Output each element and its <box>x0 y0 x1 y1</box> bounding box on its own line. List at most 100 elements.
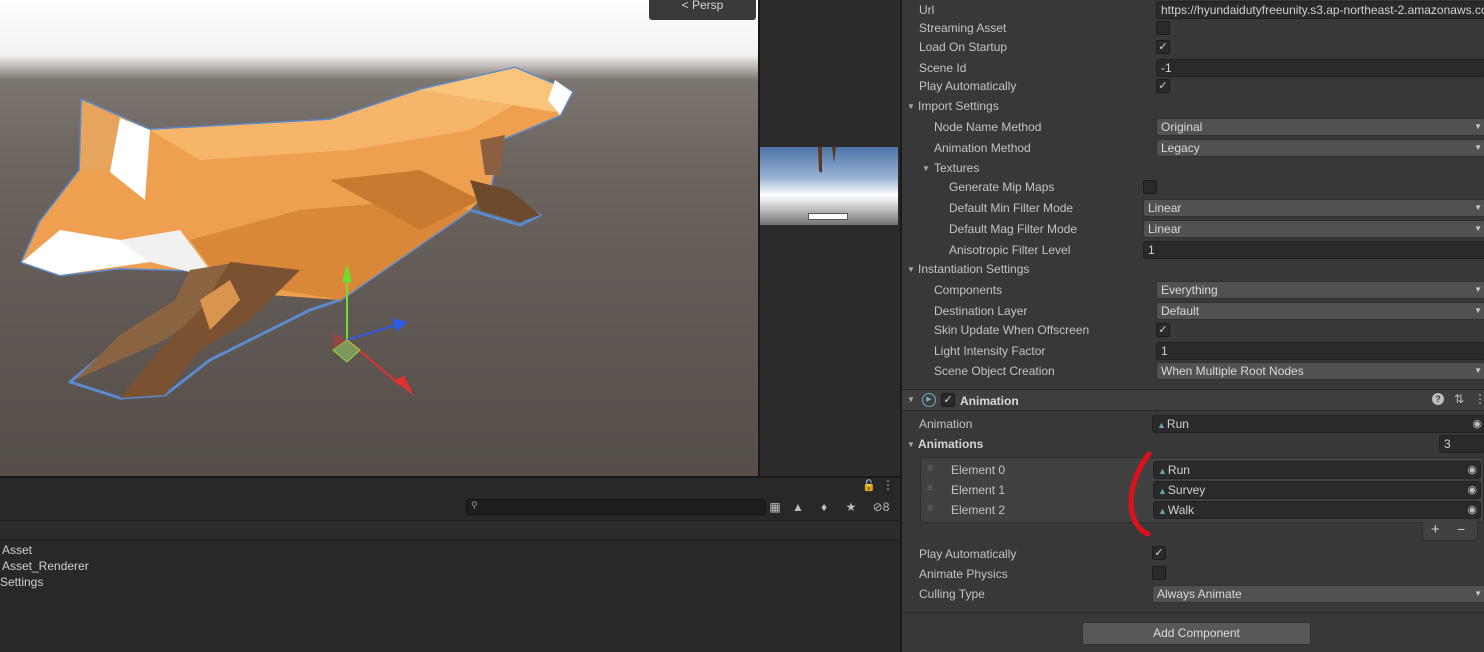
animations-foldout[interactable]: Animations <box>918 437 983 451</box>
hierarchy-panel: 🔓 ⋮ ⚲ ▦ ▲ ♦ ★ ⊘8 Asset Asset_Renderer Se… <box>0 476 900 652</box>
animations-size-field[interactable]: 3 <box>1439 435 1484 453</box>
component-foldout-icon[interactable]: ▼ <box>907 395 915 404</box>
chevron-down-icon: ▼ <box>1474 203 1482 212</box>
drag-handle-icon[interactable]: ≡ <box>927 483 933 494</box>
chevron-down-icon: ▼ <box>1474 285 1482 294</box>
object-picker-icon[interactable]: ◉ <box>1467 502 1477 518</box>
mag-filter-mode-dropdown[interactable]: Linear ▼ <box>1143 220 1484 238</box>
url-label: Url <box>919 3 935 17</box>
panel-tab-bar: 🔓 ⋮ <box>0 478 900 496</box>
play-auto-anim-checkbox[interactable]: ✓ <box>1152 546 1166 560</box>
animation-method-value: Legacy <box>1161 141 1200 155</box>
lock-icon[interactable]: 🔓 <box>862 479 876 492</box>
animation-enabled-checkbox[interactable]: ✓ <box>941 393 955 407</box>
hierarchy-item[interactable]: Asset_Renderer <box>2 559 89 573</box>
add-element-button[interactable]: + <box>1431 521 1440 538</box>
drag-handle-icon[interactable]: ≡ <box>927 503 933 514</box>
animate-physics-checkbox[interactable] <box>1152 566 1166 580</box>
chevron-down-icon: ▼ <box>1474 306 1482 315</box>
search-input[interactable]: ⚲ <box>466 499 766 515</box>
min-filter-mode-label: Default Min Filter Mode <box>949 201 1074 215</box>
add-component-button[interactable]: Add Component <box>1082 622 1311 645</box>
instantiation-settings-foldout[interactable]: Instantiation Settings <box>918 262 1029 276</box>
url-field[interactable]: https://hyundaidutyfreeunity.s3.ap-north… <box>1156 1 1484 19</box>
game-preview-panel <box>760 0 900 476</box>
instantiation-settings-foldout-icon[interactable]: ▼ <box>907 265 915 274</box>
scene-object-creation-dropdown[interactable]: When Multiple Root Nodes ▼ <box>1156 362 1484 380</box>
load-on-startup-label: Load On Startup <box>919 40 1008 54</box>
object-picker-icon[interactable]: ◉ <box>1467 462 1477 478</box>
mag-filter-mode-value: Linear <box>1148 222 1182 236</box>
scene-id-field[interactable]: -1 <box>1156 59 1484 77</box>
culling-type-dropdown[interactable]: Always Animate ▼ <box>1152 585 1484 603</box>
load-on-startup-checkbox[interactable]: ✓ <box>1156 40 1170 54</box>
hidden-toggle-icon[interactable]: ⊘8 <box>864 498 898 516</box>
chevron-down-icon: ▼ <box>1474 589 1482 598</box>
import-settings-foldout[interactable]: Import Settings <box>918 99 999 113</box>
generate-mip-maps-checkbox[interactable] <box>1143 180 1157 194</box>
import-settings-foldout-icon[interactable]: ▼ <box>907 102 915 111</box>
help-icon[interactable]: ? <box>1432 393 1444 405</box>
hierarchy-toolbar: ⚲ ▦ ▲ ♦ ★ ⊘8 <box>0 496 900 518</box>
min-filter-mode-value: Linear <box>1148 201 1182 215</box>
label-tag-icon[interactable]: ♦ <box>813 498 835 516</box>
annotation-mark <box>1128 451 1152 537</box>
components-value: Everything <box>1161 283 1218 297</box>
hierarchy-item[interactable]: Asset <box>2 543 32 557</box>
scene-object-creation-label: Scene Object Creation <box>934 364 1055 378</box>
object-picker-icon[interactable]: ◉ <box>1472 416 1482 432</box>
anisotropic-filter-field[interactable]: 1 <box>1143 241 1484 259</box>
element-0-value: Run <box>1167 463 1190 477</box>
streaming-asset-checkbox[interactable] <box>1156 21 1170 35</box>
preset-settings-icon[interactable]: ⇅ <box>1454 392 1464 406</box>
camera-label <box>808 213 848 220</box>
inspector-panel: Url https://hyundaidutyfreeunity.s3.ap-n… <box>900 0 1484 652</box>
search-icon: ⚲ <box>471 500 478 510</box>
fox-model[interactable] <box>0 0 758 476</box>
object-picker-icon[interactable]: ◉ <box>1467 482 1477 498</box>
remove-element-button[interactable]: − <box>1457 521 1465 537</box>
skin-update-checkbox[interactable]: ✓ <box>1156 323 1170 337</box>
component-menu-icon[interactable]: ⋮ <box>1474 392 1484 406</box>
favorite-star-icon[interactable]: ★ <box>840 498 862 516</box>
menu-icon[interactable]: ⋮ <box>882 478 894 492</box>
search-by-type-icon[interactable]: ▦ <box>764 498 786 516</box>
streaming-asset-label: Streaming Asset <box>919 21 1007 35</box>
culling-type-label: Culling Type <box>919 587 985 601</box>
light-intensity-label: Light Intensity Factor <box>934 344 1046 358</box>
animation-method-label: Animation Method <box>934 141 1031 155</box>
animation-clip-field[interactable]: ▲Run ◉ <box>1152 415 1484 433</box>
chevron-down-icon: ▼ <box>1474 224 1482 233</box>
destination-layer-label: Destination Layer <box>934 304 1028 318</box>
scene-view[interactable]: < Persp <box>0 0 758 476</box>
animation-component-icon: ▶ <box>922 393 936 407</box>
element-2-field[interactable]: ▲Walk ◉ <box>1153 501 1481 519</box>
light-intensity-field[interactable]: 1 <box>1156 342 1484 360</box>
projection-toggle-button[interactable]: < Persp <box>649 0 756 20</box>
anisotropic-filter-label: Anisotropic Filter Level <box>949 243 1071 257</box>
animation-clip-label: Animation <box>919 417 973 431</box>
element-0-field[interactable]: ▲Run ◉ <box>1153 461 1481 479</box>
destination-layer-dropdown[interactable]: Default ▼ <box>1156 302 1484 320</box>
hierarchy-header-strip <box>0 520 900 540</box>
components-label: Components <box>934 283 1003 297</box>
node-name-method-dropdown[interactable]: Original ▼ <box>1156 118 1484 136</box>
textures-foldout-icon[interactable]: ▼ <box>922 164 930 173</box>
hierarchy-item[interactable]: Settings <box>0 575 43 589</box>
play-auto-anim-label: Play Automatically <box>919 547 1017 561</box>
animation-clip-value: Run <box>1166 417 1189 431</box>
element-1-value: Survey <box>1167 483 1206 497</box>
drag-handle-icon[interactable]: ≡ <box>927 463 933 474</box>
min-filter-mode-dropdown[interactable]: Linear ▼ <box>1143 199 1484 217</box>
animations-list: ≡ Element 0 ▲Run ◉ ≡ Element 1 ▲Survey ◉… <box>920 457 1484 523</box>
animation-component-header[interactable]: ▼ ▶ ✓ Animation ? ⇅ ⋮ <box>902 389 1484 411</box>
animation-method-dropdown[interactable]: Legacy ▼ <box>1156 139 1484 157</box>
play-automatically-checkbox[interactable]: ✓ <box>1156 79 1170 93</box>
destination-layer-value: Default <box>1161 304 1200 318</box>
textures-foldout[interactable]: Textures <box>934 161 979 175</box>
hidden-count: 8 <box>882 500 890 514</box>
filter-type-icon[interactable]: ▲ <box>787 498 809 516</box>
animations-foldout-icon[interactable]: ▼ <box>907 440 915 449</box>
components-dropdown[interactable]: Everything ▼ <box>1156 281 1484 299</box>
element-1-field[interactable]: ▲Survey ◉ <box>1153 481 1481 499</box>
